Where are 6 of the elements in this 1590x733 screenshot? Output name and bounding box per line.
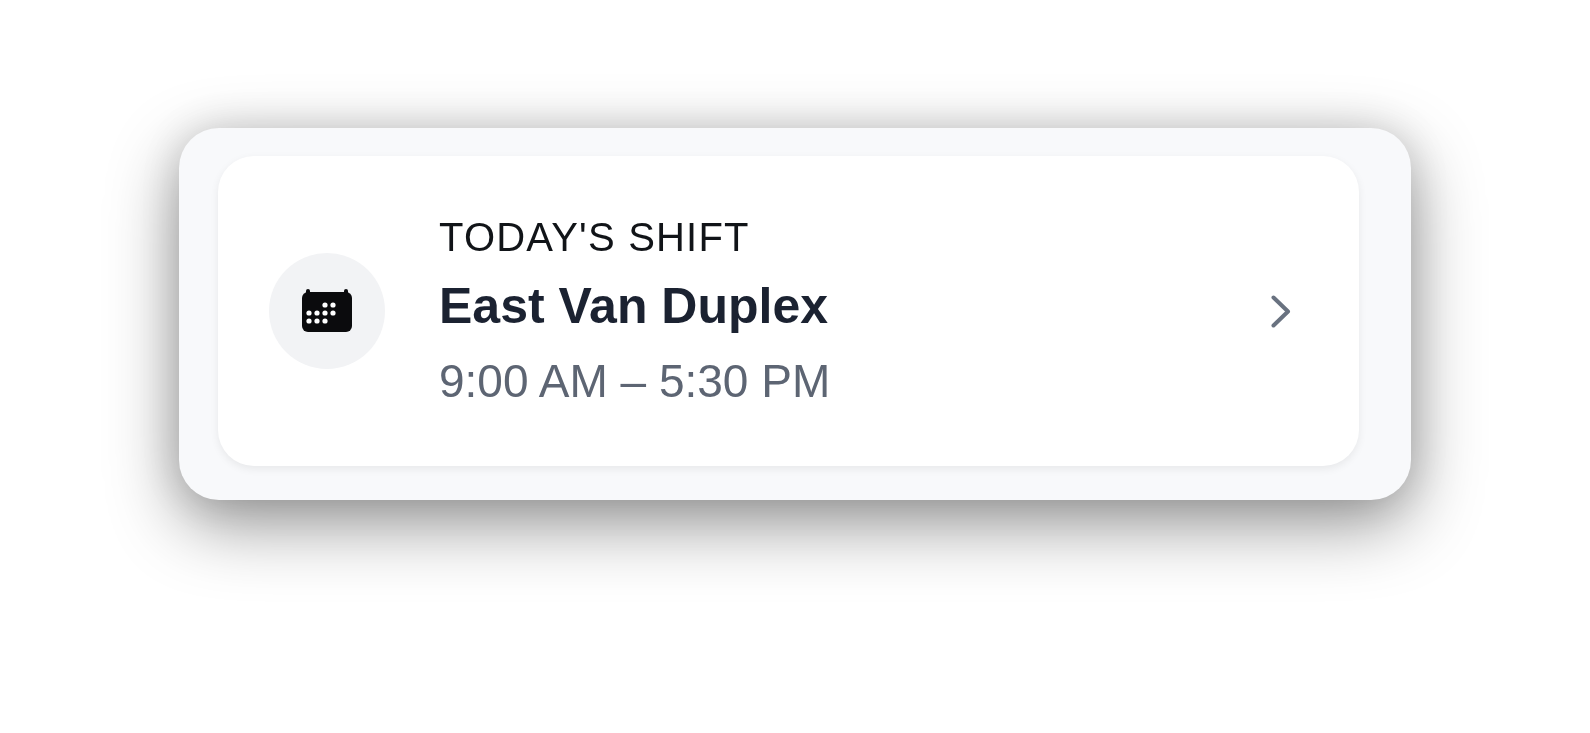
shift-time: 9:00 AM – 5:30 PM xyxy=(439,354,831,409)
shift-label: TODAY'S SHIFT xyxy=(439,214,750,261)
location-name: East Van Duplex xyxy=(439,277,829,336)
shift-card[interactable]: TODAY'S SHIFT East Van Duplex 9:00 AM – 5:30 PM xyxy=(218,156,1359,466)
calendar-icon xyxy=(269,253,385,369)
chevron-right-icon xyxy=(1271,294,1291,328)
